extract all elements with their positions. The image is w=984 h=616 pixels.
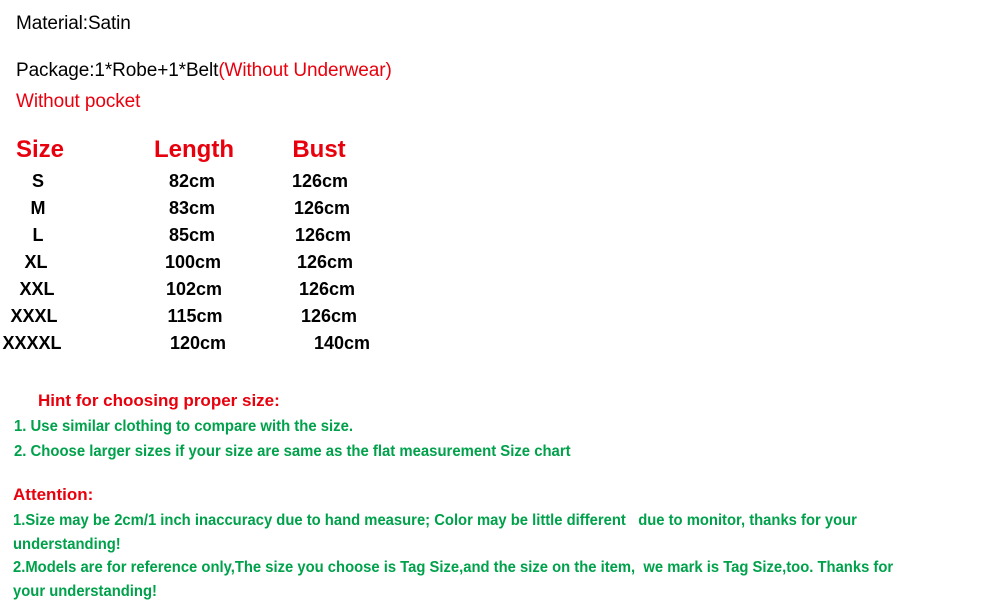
table-row: XXL 102cm 126cm xyxy=(0,279,420,306)
hint-item-1: 1. Use similar clothing to compare with … xyxy=(14,418,354,435)
cell-size: XXXXL xyxy=(2,333,62,353)
package-note: (Without Underwear) xyxy=(218,60,392,81)
size-chart-table: Size Length Bust S 82cm 126cm M 83cm 126… xyxy=(0,136,420,360)
cell-bust: 126cm xyxy=(298,279,356,299)
hint-title: Hint for choosing proper size: xyxy=(38,391,280,410)
table-row: XXXL 115cm 126cm xyxy=(0,306,420,333)
cell-size: XXL xyxy=(19,279,55,299)
material-line: Material:Satin xyxy=(16,13,131,34)
attention-paragraph-1: 1.Size may be 2cm/1 inch inaccuracy due … xyxy=(13,512,862,553)
table-row: XXXXL 120cm 140cm xyxy=(0,333,420,360)
size-chart-graphic: Material:Satin Package:1*Robe+1*Belt(Wit… xyxy=(0,0,984,616)
cell-bust: 126cm xyxy=(293,198,351,218)
table-row: L 85cm 126cm xyxy=(0,225,420,252)
cell-length: 85cm xyxy=(168,225,216,245)
pocket-note: Without pocket xyxy=(16,91,141,112)
cell-length: 100cm xyxy=(164,252,222,272)
cell-bust: 126cm xyxy=(296,252,354,272)
cell-length: 83cm xyxy=(168,198,216,218)
cell-size: XL xyxy=(24,252,48,272)
cell-bust: 126cm xyxy=(294,225,352,245)
cell-length: 102cm xyxy=(165,279,223,299)
header-bust: Bust xyxy=(292,136,346,163)
attention-body: 1.Size may be 2cm/1 inch inaccuracy due … xyxy=(13,509,915,603)
package-line: Package:1*Robe+1*Belt(Without Underwear) xyxy=(16,60,392,82)
table-row: M 83cm 126cm xyxy=(0,198,420,225)
hint-item-2: 2. Choose larger sizes if your size are … xyxy=(14,443,571,460)
cell-bust: 126cm xyxy=(300,306,358,326)
attention-paragraph-2: 2.Models are for reference only,The size… xyxy=(13,559,898,600)
cell-length: 120cm xyxy=(169,333,227,353)
header-length: Length xyxy=(154,136,234,163)
table-header-row: Size Length Bust xyxy=(0,136,420,171)
cell-bust: 140cm xyxy=(313,333,371,353)
table-row: XL 100cm 126cm xyxy=(0,252,420,279)
cell-size: L xyxy=(32,225,44,245)
header-size: Size xyxy=(15,136,65,163)
package-label: Package:1*Robe+1*Belt xyxy=(16,60,219,81)
attention-title: Attention: xyxy=(13,485,94,504)
cell-size: XXXL xyxy=(10,306,58,326)
cell-size: S xyxy=(31,171,44,191)
cell-size: M xyxy=(30,198,46,218)
cell-bust: 126cm xyxy=(291,171,349,191)
table-row: S 82cm 126cm xyxy=(0,171,420,198)
cell-length: 115cm xyxy=(167,306,223,326)
cell-length: 82cm xyxy=(168,171,216,191)
